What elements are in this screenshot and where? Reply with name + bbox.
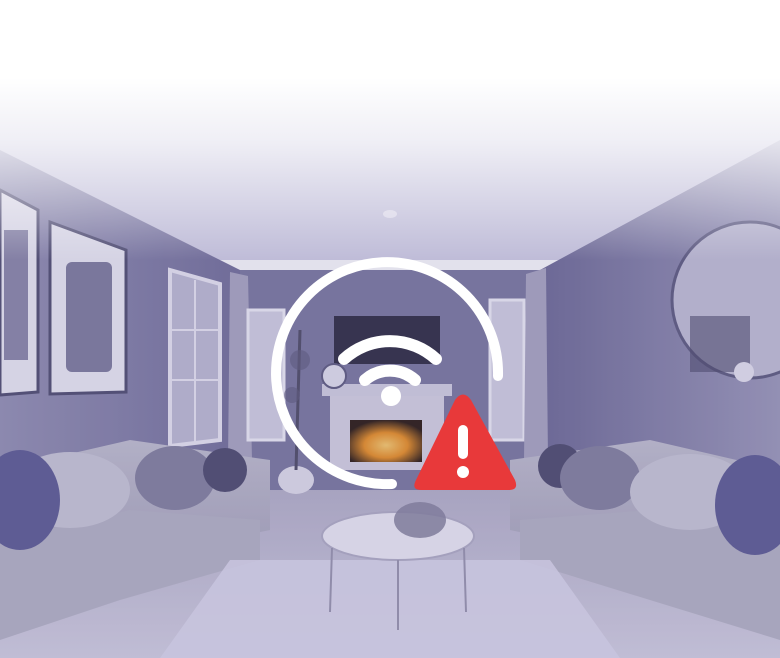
connection-status-overlay xyxy=(271,257,517,490)
warning-icon xyxy=(414,394,517,490)
wifi-icon xyxy=(338,335,442,406)
